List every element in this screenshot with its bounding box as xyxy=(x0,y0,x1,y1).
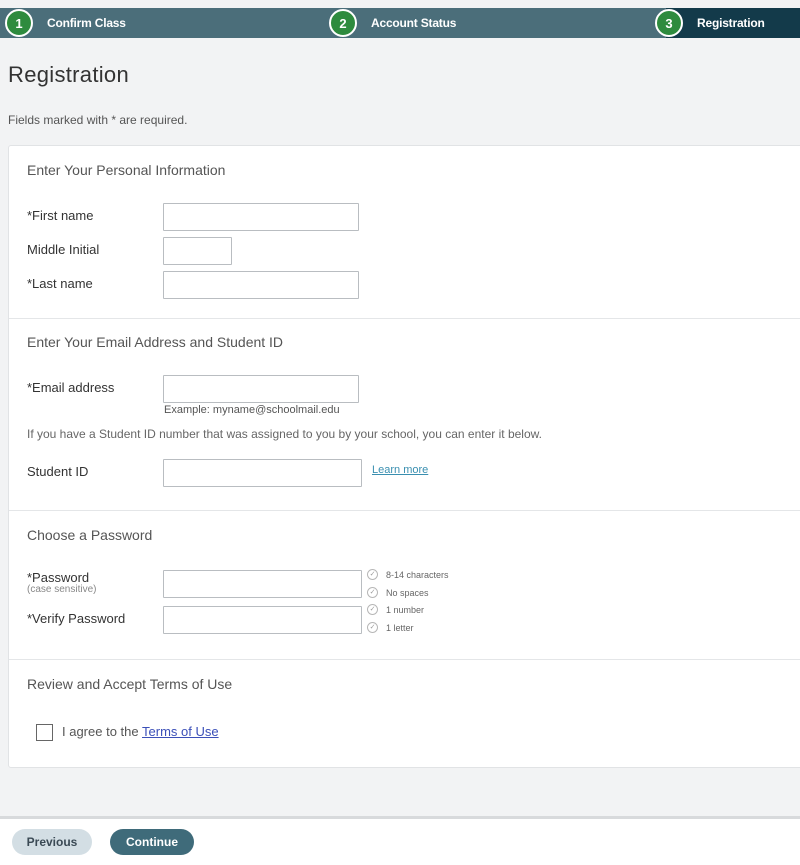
learn-more-link[interactable]: Learn more xyxy=(372,464,428,476)
check-circle-icon: ✓ xyxy=(367,622,378,633)
password-rule-number: ✓ 1 number xyxy=(367,604,424,615)
step-label: Registration xyxy=(697,16,765,30)
step-number: 3 xyxy=(655,9,683,37)
section-divider xyxy=(9,318,800,319)
first-name-label: *First name xyxy=(27,208,94,223)
check-circle-icon: ✓ xyxy=(367,587,378,598)
step-label: Confirm Class xyxy=(47,16,126,30)
last-name-input[interactable] xyxy=(163,271,359,299)
agree-prefix: I agree to the xyxy=(62,724,139,739)
password-rule-letter: ✓ 1 letter xyxy=(367,622,414,633)
password-rule-no-spaces: ✓ No spaces xyxy=(367,587,429,598)
first-name-input[interactable] xyxy=(163,203,359,231)
email-label: *Email address xyxy=(27,380,115,395)
step-number: 2 xyxy=(329,9,357,37)
section-divider xyxy=(9,510,800,511)
verify-password-input[interactable] xyxy=(163,606,362,634)
section-title-terms: Review and Accept Terms of Use xyxy=(27,676,233,692)
registration-form-card: Enter Your Personal Information *First n… xyxy=(8,145,800,768)
email-input[interactable] xyxy=(163,375,359,403)
previous-button[interactable]: Previous xyxy=(12,829,92,855)
step-confirm-class: 1 Confirm Class xyxy=(5,8,126,38)
section-title-personal: Enter Your Personal Information xyxy=(27,162,226,178)
student-id-info: If you have a Student ID number that was… xyxy=(27,427,542,441)
required-fields-note: Fields marked with * are required. xyxy=(8,113,188,127)
case-sensitive-note: (case sensitive) xyxy=(27,584,97,595)
middle-initial-label: Middle Initial xyxy=(27,242,100,257)
verify-password-label: *Verify Password xyxy=(27,611,126,626)
password-input[interactable] xyxy=(163,570,362,598)
step-label: Account Status xyxy=(371,16,457,30)
continue-button[interactable]: Continue xyxy=(110,829,194,855)
section-divider xyxy=(9,659,800,660)
section-title-email: Enter Your Email Address and Student ID xyxy=(27,334,284,350)
progress-stepper: 1 Confirm Class 2 Account Status 3 Regis… xyxy=(0,8,800,38)
agree-terms-checkbox[interactable] xyxy=(36,724,53,741)
middle-initial-input[interactable] xyxy=(163,237,232,265)
password-label: *Password xyxy=(27,570,90,585)
student-id-input[interactable] xyxy=(163,459,362,487)
page-title: Registration xyxy=(8,62,129,87)
agree-terms-text: I agree to the Terms of Use xyxy=(62,724,219,739)
step-account-status: 2 Account Status xyxy=(329,8,456,38)
check-circle-icon: ✓ xyxy=(367,569,378,580)
last-name-label: *Last name xyxy=(27,276,93,291)
student-id-label: Student ID xyxy=(27,464,89,479)
step-registration: 3 Registration xyxy=(655,8,765,38)
check-circle-icon: ✓ xyxy=(367,604,378,615)
password-rule-length: ✓ 8-14 characters xyxy=(367,569,449,580)
section-title-password: Choose a Password xyxy=(27,527,153,543)
step-number: 1 xyxy=(5,9,33,37)
terms-of-use-link[interactable]: Terms of Use xyxy=(142,724,219,739)
email-example-hint: Example: myname@schoolmail.edu xyxy=(164,404,340,416)
